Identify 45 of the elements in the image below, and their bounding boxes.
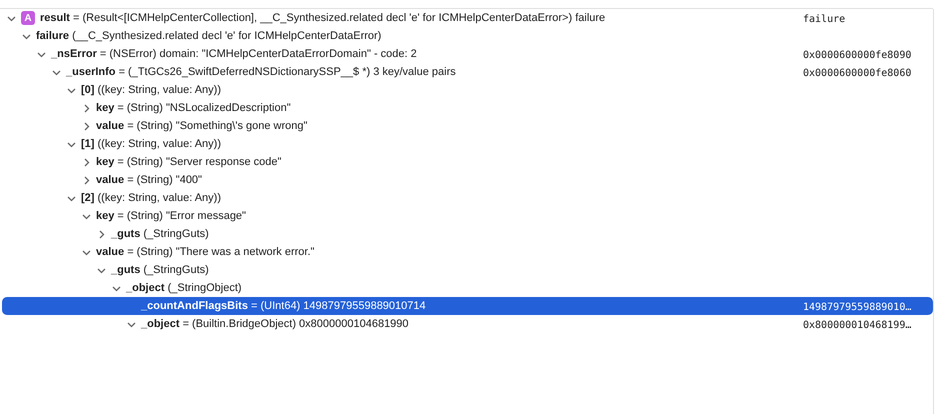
variable-description: key = (String) "NSLocalizedDescription" [96, 100, 291, 116]
variable-description: failure (__C_Synthesized.related decl 'e' for ICMHelpCenterDataError) [36, 28, 382, 44]
variable-value: 0x800000010468199… [803, 320, 912, 331]
variable-row[interactable]: _object = (Builtin.BridgeObject) 0x8000000104681990 0x800000010468199… [2, 315, 933, 333]
variable-row[interactable]: [0] ((key: String, value: Any)) [2, 81, 933, 99]
variable-row[interactable]: key = (String) "NSLocalizedDescription" [2, 99, 933, 117]
variable-row[interactable]: _object (_StringObject) [2, 279, 933, 297]
chevron-down-icon[interactable] [127, 320, 136, 328]
variable-value: 0x0000600000fe8090 [803, 50, 912, 61]
variable-row[interactable]: value = (String) "There was a network error." [2, 243, 933, 261]
variable-description: [1] ((key: String, value: Any)) [81, 136, 221, 152]
variable-row[interactable]: _countAndFlagsBits = (UInt64) 14987979559889010714 14987979559889010… [2, 297, 933, 315]
variable-description: value = (String) "400" [96, 172, 202, 188]
variable-value: failure [803, 14, 846, 25]
chevron-right-icon[interactable] [97, 230, 106, 238]
variable-row[interactable]: A result = (Result<[ICMHelpCenterCollection], __C_Synthesized.related decl 'e' for ICMHelpCenterDataError>) failure failure [2, 9, 933, 27]
variable-row[interactable]: _guts (_StringGuts) [2, 225, 933, 243]
variable-row[interactable]: _guts (_StringGuts) [2, 261, 933, 279]
variable-row[interactable]: [2] ((key: String, value: Any)) [2, 189, 933, 207]
variable-value: 0x0000600000fe8060 [803, 68, 912, 79]
variable-row[interactable]: key = (String) "Error message" [2, 207, 933, 225]
variable-row[interactable]: value = (String) "Something\'s gone wrong" [2, 117, 933, 135]
variable-description: _countAndFlagsBits = (UInt64) 14987979559889010714 [141, 298, 426, 314]
variable-description: _object = (Builtin.BridgeObject) 0x8000000104681990 [141, 316, 409, 332]
variable-description: [0] ((key: String, value: Any)) [81, 82, 221, 98]
variable-description: _userInfo = (_TtGCs26_SwiftDeferredNSDictionarySSP__$ *) 3 key/value pairs [66, 64, 456, 80]
variable-description: [2] ((key: String, value: Any)) [81, 190, 221, 206]
variable-description: _nsError = (NSError) domain: "ICMHelpCenterDataErrorDomain" - code: 2 [51, 46, 417, 62]
variable-description: _guts (_StringGuts) [111, 262, 209, 278]
variable-row[interactable]: _userInfo = (_TtGCs26_SwiftDeferredNSDictionarySSP__$ *) 3 key/value pairs 0x0000600000fe8060 [2, 63, 933, 81]
variable-kind-badge: A [21, 11, 35, 25]
variable-description: _guts (_StringGuts) [111, 226, 209, 242]
variable-row[interactable]: value = (String) "400" [2, 171, 933, 189]
variable-row[interactable]: [1] ((key: String, value: Any)) [2, 135, 933, 153]
variable-description: key = (String) "Server response code" [96, 154, 282, 170]
variable-description: _object (_StringObject) [126, 280, 242, 296]
variable-description: key = (String) "Error message" [96, 208, 246, 224]
variable-description: result = (Result<[ICMHelpCenterCollection], __C_Synthesized.related decl 'e' for ICMHelpCenterDataError>) failure [40, 10, 606, 26]
chevron-down-icon[interactable] [67, 140, 76, 148]
variable-row[interactable]: _nsError = (NSError) domain: "ICMHelpCenterDataErrorDomain" - code: 2 0x0000600000fe8090 [2, 45, 933, 63]
variable-row[interactable]: key = (String) "Server response code" [2, 153, 933, 171]
variable-description: value = (String) "Something\'s gone wrong" [96, 118, 308, 134]
variable-row[interactable]: failure (__C_Synthesized.related decl 'e' for ICMHelpCenterDataError) [2, 27, 933, 45]
variable-value: 14987979559889010… [803, 302, 912, 313]
variable-description: value = (String) "There was a network error." [96, 244, 314, 260]
